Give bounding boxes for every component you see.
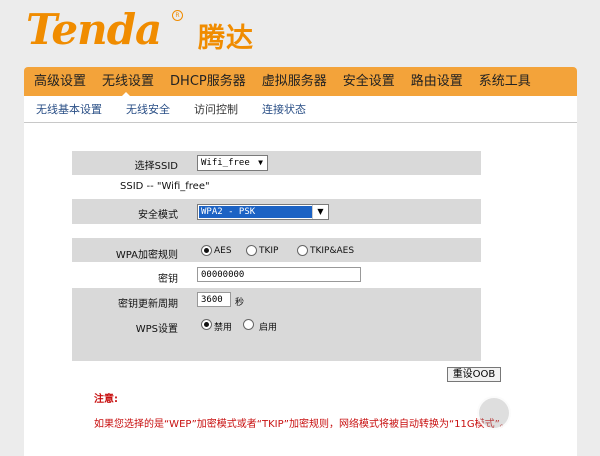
sub-nav: 无线基本设置 无线安全 访问控制 连接状态 [24, 96, 577, 123]
chevron-down-icon: ▼ [312, 205, 328, 219]
security-mode-label: 安全模式 [138, 210, 178, 221]
wpa-rule-tkipaes-radio[interactable] [297, 245, 308, 256]
chevron-down-icon: ▼ [258, 158, 263, 167]
registered-mark-icon: R [172, 10, 183, 21]
renew-period-unit: 秒 [235, 298, 245, 308]
note-title: 注意: [94, 394, 118, 405]
watermark: 路由器 luyouqi.com [473, 388, 600, 456]
renew-period-input[interactable]: 3600 [197, 292, 231, 307]
nav-advanced-settings[interactable]: 高级设置 [24, 67, 92, 96]
wpa-rule-tkip-label: TKIP [259, 246, 279, 256]
reset-oob-button[interactable]: 重设OOB [447, 367, 501, 382]
ssid-select[interactable]: Wifi_free ▼ [197, 155, 268, 171]
security-mode-value: WPA2 - PSK [199, 206, 312, 218]
wps-disable-label: 禁用 [214, 323, 233, 333]
wps-label: WPS设置 [135, 324, 178, 335]
logo-text: Tenda [26, 5, 162, 54]
logo-chinese-text: 腾达 [198, 23, 254, 54]
wps-disable-radio[interactable] [201, 319, 212, 330]
router-logo-icon [477, 396, 511, 430]
subnav-wireless-basic[interactable]: 无线基本设置 [36, 101, 102, 117]
watermark-text: 路由器 [511, 399, 578, 424]
nav-routing-settings[interactable]: 路由设置 [401, 67, 469, 96]
wpa-rule-label: WPA加密规则 [115, 250, 178, 261]
security-mode-select[interactable]: WPA2 - PSK ▼ [197, 204, 329, 220]
nav-dhcp-server[interactable]: DHCP服务器 [160, 67, 252, 96]
wpa-rule-tkipaes-label: TKIP&AES [310, 246, 355, 256]
watermark-sub: luyouqi.com [513, 422, 569, 432]
ssid-label: 选择SSID [134, 161, 178, 172]
nav-virtual-server[interactable]: 虚拟服务器 [252, 67, 333, 96]
key-label: 密钥 [158, 274, 178, 285]
wps-enable-label: 启用 [259, 323, 278, 333]
subnav-connection-status[interactable]: 连接状态 [262, 101, 306, 117]
wps-enable-radio[interactable] [243, 319, 254, 330]
renew-period-label: 密钥更新周期 [118, 299, 178, 310]
nav-system-tools[interactable]: 系统工具 [469, 67, 537, 96]
note-text: 如果您选择的是“WEP”加密模式或者“TKIP”加密规则，网络模式将被自动转换为… [94, 419, 510, 430]
header: Tenda R 腾达 [0, 0, 600, 66]
nav-security-settings[interactable]: 安全设置 [333, 67, 401, 96]
main-nav: 高级设置 无线设置 DHCP服务器 虚拟服务器 安全设置 路由设置 系统工具 [24, 67, 577, 97]
ssid-select-value: Wifi_free [201, 158, 250, 168]
ssid-display: SSID -- "Wifi_free" [120, 181, 210, 192]
subnav-access-control[interactable]: 访问控制 [194, 101, 238, 117]
tenda-logo: Tenda [26, 5, 162, 55]
nav-wireless-settings[interactable]: 无线设置 [92, 67, 160, 97]
wpa-rule-aes-label: AES [214, 246, 232, 256]
wpa-rule-aes-radio[interactable] [201, 245, 212, 256]
key-input[interactable]: 00000000 [197, 267, 361, 282]
subnav-wireless-security[interactable]: 无线安全 [126, 101, 170, 117]
wpa-rule-tkip-radio[interactable] [246, 245, 257, 256]
